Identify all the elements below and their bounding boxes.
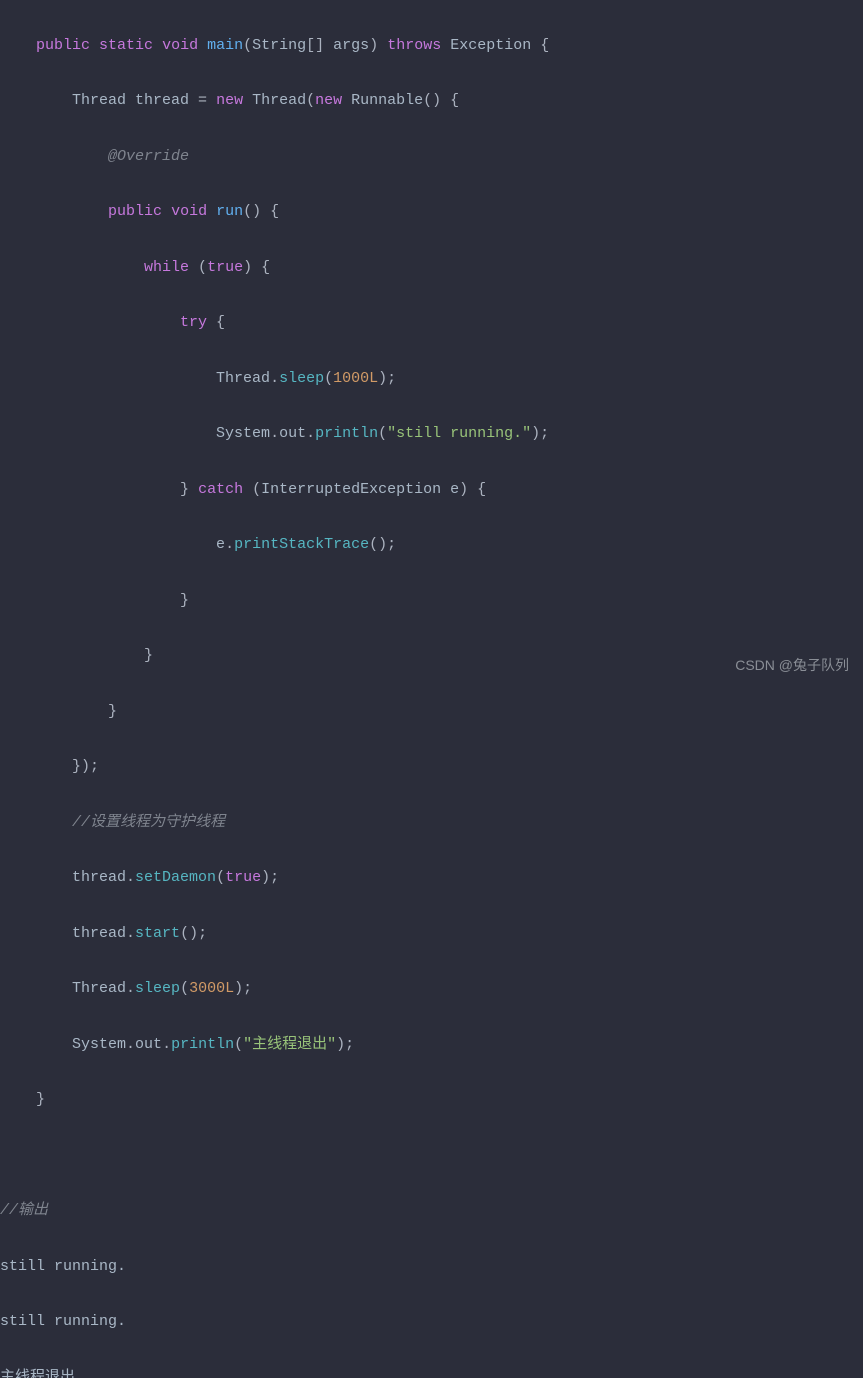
code-line: System.out.println("still running."); (0, 420, 863, 448)
code-line: e.printStackTrace(); (0, 531, 863, 559)
code-line: while (true) { (0, 254, 863, 282)
code-line: //设置线程为守护线程 (0, 809, 863, 837)
code-line: } (0, 698, 863, 726)
watermark: CSDN @兔子队列 (735, 653, 849, 679)
code-line: @Override (0, 143, 863, 171)
code-block: public static void main(String[] args) t… (0, 0, 863, 1378)
output-comment: //输出 (0, 1197, 863, 1225)
blank-line (0, 1142, 863, 1170)
code-line: Thread thread = new Thread(new Runnable(… (0, 87, 863, 115)
output-line: still running. (0, 1253, 863, 1281)
code-line: public static void main(String[] args) t… (0, 32, 863, 60)
code-line: }); (0, 753, 863, 781)
code-line: System.out.println("主线程退出"); (0, 1031, 863, 1059)
code-line: } (0, 587, 863, 615)
code-line: public void run() { (0, 198, 863, 226)
code-line: Thread.sleep(1000L); (0, 365, 863, 393)
code-line: Thread.sleep(3000L); (0, 975, 863, 1003)
code-line: } (0, 642, 863, 670)
code-line: } catch (InterruptedException e) { (0, 476, 863, 504)
output-line: still running. (0, 1308, 863, 1336)
code-line: thread.setDaemon(true); (0, 864, 863, 892)
code-line: } (0, 1086, 863, 1114)
code-line: thread.start(); (0, 920, 863, 948)
output-line: 主线程退出 (0, 1364, 863, 1378)
code-line: try { (0, 309, 863, 337)
